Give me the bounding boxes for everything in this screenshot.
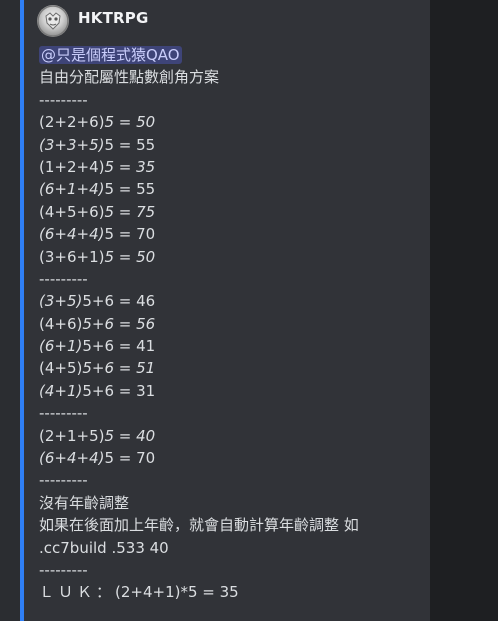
calc-line: (2+1+5)5 = 40 [39,426,156,445]
calc-line: (4+6)5+6 = 56 [39,314,156,333]
command-example: .cc7build .533 40 [39,538,169,557]
age-note: 如果在後面加上年齡，就會自動計算年齡調整 如 [39,516,359,535]
mention-line: @只是個程式猿QAO [39,44,424,66]
calc-line: (3+6+1)5 = 50 [39,247,156,266]
mention-highlight-bar [20,0,24,621]
separator: --------- [39,560,88,579]
calc-line: (4+5)5+6 = 51 [39,359,156,378]
calc-line: (2+2+6)5 = 50 [39,113,156,132]
calc-line: (1+2+4)5 = 35 [39,157,156,176]
calc-line: (6+1)5+6 = 41 [39,337,156,356]
title-line: 自由分配屬性點數創角方案 [39,68,220,87]
luk-line: ＬＵＫ：(2+4+1)*5 = 35 [39,581,424,603]
calc-line: (4+1)5+6 = 31 [39,381,156,400]
separator: --------- [39,269,88,288]
message-content: @只是個程式猿QAO 自由分配屬性點數創角方案 --------- (2+2+6… [39,44,424,604]
bot-avatar-icon[interactable] [37,5,69,37]
calc-line: (6+1+4)5 = 55 [39,180,156,199]
luk-value: (2+4+1)*5 = 35 [115,583,239,602]
separator: --------- [39,404,88,423]
calc-line: (3+5)5+6 = 46 [39,292,156,311]
message-author[interactable]: HKTRPG [78,9,148,27]
calc-line: (6+4+4)5 = 70 [39,449,156,468]
calc-line: (4+5+6)5 = 75 [39,202,156,221]
calc-line: (3+3+5)5 = 55 [39,135,156,154]
no-age-title: 沒有年齡調整 [39,493,130,512]
luk-label: ＬＵＫ： [39,583,116,602]
right-side-pane [430,0,498,621]
separator: --------- [39,90,88,109]
separator: --------- [39,471,88,490]
calc-line: (6+4+4)5 = 70 [39,225,156,244]
user-mention[interactable]: @只是個程式猿QAO [39,46,182,64]
